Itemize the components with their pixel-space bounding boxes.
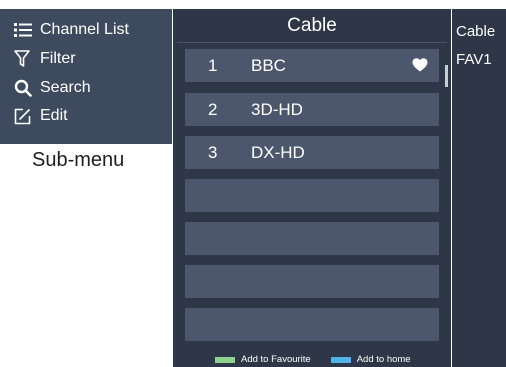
submenu-item-filter[interactable]: Filter [14, 47, 76, 71]
heart-icon [412, 57, 428, 73]
scrollbar[interactable] [445, 65, 448, 87]
list-icon [14, 20, 36, 40]
title-divider [177, 42, 447, 43]
channel-row[interactable]: 3 DX-HD [185, 136, 439, 169]
channel-row-empty[interactable] [185, 179, 439, 212]
channel-name: BBC [251, 55, 286, 75]
blue-key-swatch [330, 356, 351, 363]
legend: Add to Favourite Add to home [173, 352, 451, 367]
submenu-item-label: Filter [40, 50, 76, 67]
channel-row[interactable]: 1 BBC [185, 49, 439, 82]
submenu-item-search[interactable]: Search [14, 76, 91, 100]
submenu-item-label: Search [40, 79, 91, 96]
channel-row-empty[interactable] [185, 265, 439, 298]
channel-row[interactable]: 2 3D-HD [185, 93, 439, 126]
search-icon [14, 78, 36, 98]
channel-list-title: Cable [287, 14, 337, 36]
submenu-caption: Sub-menu [32, 149, 125, 171]
filter-icon [14, 49, 36, 69]
submenu-item-label: Edit [40, 107, 68, 124]
submenu-item-label: Channel List [40, 21, 129, 38]
channel-name: DX-HD [251, 142, 305, 162]
submenu-item-channel-list[interactable]: Channel List [14, 18, 129, 42]
legend-label-favourite: Add to Favourite [241, 354, 311, 365]
group-item-fav1[interactable]: FAV1 [456, 51, 492, 68]
group-item-cable[interactable]: Cable [456, 23, 495, 40]
channel-name: 3D-HD [251, 99, 303, 119]
group-list-panel: Cable FAV1 [452, 9, 506, 367]
legend-label-home: Add to home [356, 354, 411, 365]
channel-number: 1 [208, 55, 218, 75]
submenu-panel: Channel List Filter Search Edit [0, 9, 172, 144]
channel-row-empty[interactable] [185, 308, 439, 341]
channel-number: 2 [208, 99, 218, 119]
submenu-item-edit[interactable]: Edit [14, 104, 68, 128]
green-key-swatch [215, 356, 235, 363]
channel-number: 3 [208, 142, 218, 162]
channel-list-panel: Cable 1 BBC 2 3D-HD 3 DX-HD Add to Favou… [173, 9, 451, 367]
channel-row-empty[interactable] [185, 222, 439, 255]
edit-icon [14, 106, 36, 126]
